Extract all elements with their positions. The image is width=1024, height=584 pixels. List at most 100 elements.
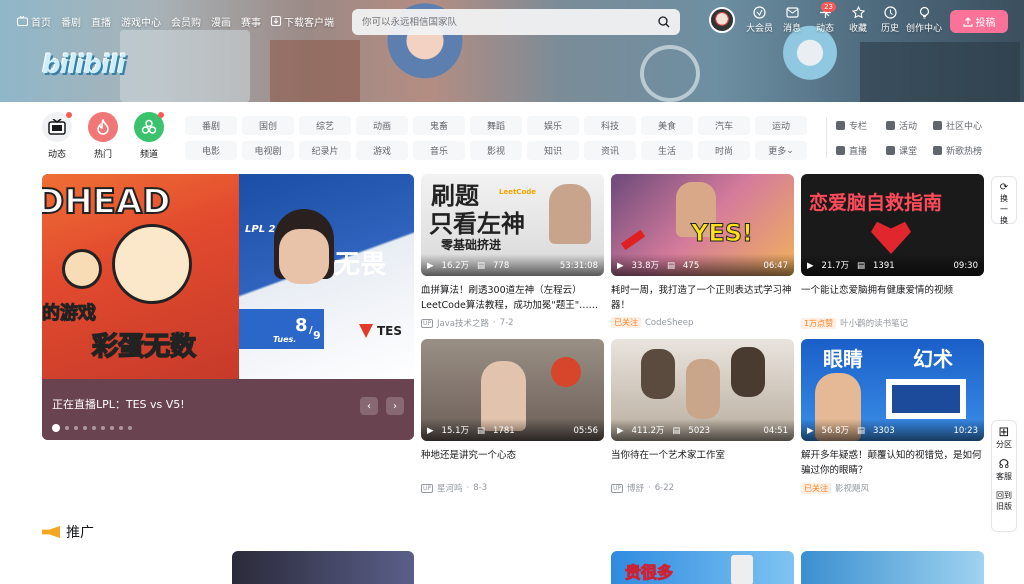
search-icon[interactable] bbox=[658, 16, 670, 28]
category-tag[interactable]: 动画 bbox=[356, 116, 408, 135]
owner-name[interactable]: 叶小鹳的读书笔记 bbox=[840, 317, 908, 329]
nav-dynamic[interactable]: 23 动态 bbox=[816, 2, 837, 34]
carousel-dot[interactable] bbox=[52, 424, 60, 432]
nav-manga[interactable]: 漫画 bbox=[206, 14, 236, 29]
video-owner[interactable]: UP 星河鸣 · 8-3 bbox=[421, 482, 604, 494]
category-tag[interactable]: 生活 bbox=[641, 141, 693, 160]
carousel-dot[interactable] bbox=[83, 426, 87, 430]
category-tag[interactable]: 时尚 bbox=[698, 141, 750, 160]
category-tag[interactable]: 汽车 bbox=[698, 116, 750, 135]
promo-thumbnail[interactable] bbox=[232, 551, 414, 584]
site-logo[interactable]: bilibili bbox=[42, 50, 126, 80]
nav-game-center[interactable]: 游戏中心 bbox=[116, 14, 166, 29]
link-new-songs[interactable]: 新歌热榜 bbox=[933, 141, 1003, 160]
video-card[interactable]: 恋爱脑自救指南 ▶ 21.7万 ▤ 1391 09:30 一个能让恋爱脑拥有健康爱情的视… bbox=[801, 174, 984, 329]
video-card[interactable]: ▶ 15.1万 ▤ 1781 05:56 种地还是讲究一个心态 UP 星河鸣 · 8-3 bbox=[421, 339, 604, 494]
carousel-caption[interactable]: 正在直播LPL：TES vs V5! bbox=[52, 396, 185, 412]
owner-name[interactable]: 影视飓风 bbox=[835, 482, 869, 494]
video-thumbnail[interactable]: ▶ 15.1万 ▤ 1781 05:56 bbox=[421, 339, 604, 441]
carousel-dot[interactable] bbox=[92, 426, 96, 430]
video-card[interactable]: ▶ 411.2万 ▤ 5023 04:51 当你待在一个艺术家工作室 UP 博舒 · 6-22 bbox=[611, 339, 794, 494]
video-title[interactable]: 血拼算法！刷透300道左神（左程云）LeetCode算法教程，成功加冕"题王"…… bbox=[421, 283, 604, 313]
category-tag[interactable]: 娱乐 bbox=[527, 116, 579, 135]
video-owner[interactable]: UP 博舒 · 6-22 bbox=[611, 482, 794, 494]
video-title[interactable]: 种地还是讲究一个心态 bbox=[421, 448, 604, 478]
link-activity[interactable]: 活动 bbox=[886, 116, 933, 135]
category-tag[interactable]: 游戏 bbox=[356, 141, 408, 160]
video-title[interactable]: 一个能让恋爱脑拥有健康爱情的视频 bbox=[801, 283, 984, 313]
nav-history[interactable]: 历史 bbox=[881, 6, 899, 34]
owner-name[interactable]: CodeSheep bbox=[645, 318, 693, 328]
video-thumbnail[interactable]: ▶ 411.2万 ▤ 5023 04:51 bbox=[611, 339, 794, 441]
category-tag[interactable]: 美食 bbox=[641, 116, 693, 135]
link-live[interactable]: 直播 bbox=[836, 141, 886, 160]
search-input[interactable] bbox=[362, 16, 658, 28]
nav-esports[interactable]: 赛事 bbox=[236, 14, 266, 29]
category-tag[interactable]: 国创 bbox=[242, 116, 294, 135]
category-tag[interactable]: 资讯 bbox=[584, 141, 636, 160]
owner-name[interactable]: 星河鸣 bbox=[437, 482, 463, 494]
video-owner[interactable]: 已关注 影视飓风 bbox=[801, 482, 984, 494]
video-thumbnail[interactable]: 眼睛 幻术 ▶ 56.8万 ▤ 3303 10:23 bbox=[801, 339, 984, 441]
category-tag[interactable]: 音乐 bbox=[413, 141, 465, 160]
video-card[interactable]: 刷题 只看左神 零基础挤进 LeetCode ▶ 16.2万 ▤ 778 53:31:0… bbox=[421, 174, 604, 329]
video-thumbnail[interactable]: 恋爱脑自救指南 ▶ 21.7万 ▤ 1391 09:30 bbox=[801, 174, 984, 276]
nav-download[interactable]: 下载客户端 bbox=[266, 14, 339, 29]
category-tag[interactable]: 运动 bbox=[755, 116, 807, 135]
user-avatar[interactable] bbox=[709, 7, 735, 33]
nav-anime[interactable]: 番剧 bbox=[56, 14, 86, 29]
category-tag[interactable]: 电影 bbox=[185, 141, 237, 160]
zones-button[interactable]: ⊞ 分区 bbox=[996, 426, 1012, 450]
video-owner[interactable]: UP Java技术之路 · 7-2 bbox=[421, 317, 604, 329]
link-community[interactable]: 社区中心 bbox=[933, 116, 1003, 135]
banner-carousel[interactable]: DHEAD 的游戏 彩蛋无数 LPL 2022 无畏 8 / 9 Tues. T… bbox=[42, 174, 414, 440]
video-title[interactable]: 解开多年疑惑！颠覆认知的视错觉，是如何骗过你的眼睛？ bbox=[801, 448, 984, 478]
category-tag[interactable]: 舞蹈 bbox=[470, 116, 522, 135]
carousel-dot[interactable] bbox=[74, 426, 78, 430]
category-tag[interactable]: 综艺 bbox=[299, 116, 351, 135]
nav-home[interactable]: 首页 bbox=[12, 14, 56, 29]
owner-name[interactable]: Java技术之路 bbox=[437, 317, 489, 329]
channel-dynamic[interactable]: 动态 bbox=[42, 112, 72, 160]
video-thumbnail[interactable]: 刷题 只看左神 零基础挤进 LeetCode ▶ 16.2万 ▤ 778 53:31:0… bbox=[421, 174, 604, 276]
owner-name[interactable]: 博舒 bbox=[627, 482, 644, 494]
link-classroom[interactable]: 课堂 bbox=[886, 141, 933, 160]
service-button[interactable]: ☊ 客服 bbox=[996, 458, 1012, 482]
category-tag[interactable]: 鬼畜 bbox=[413, 116, 465, 135]
category-tag[interactable]: 科技 bbox=[584, 116, 636, 135]
category-tag[interactable]: 纪录片 bbox=[299, 141, 351, 160]
category-tag[interactable]: 影视 bbox=[470, 141, 522, 160]
category-tag[interactable]: 电视剧 bbox=[242, 141, 294, 160]
category-tag[interactable]: 番剧 bbox=[185, 116, 237, 135]
carousel-dot[interactable] bbox=[128, 426, 132, 430]
carousel-dot[interactable] bbox=[65, 426, 69, 430]
carousel-dot[interactable] bbox=[119, 426, 123, 430]
nav-mall[interactable]: 会员购 bbox=[166, 14, 206, 29]
channel-hot[interactable]: 热门 bbox=[88, 112, 118, 160]
refresh-button[interactable]: ⟳ 换一换 bbox=[991, 176, 1017, 225]
video-owner[interactable]: 1万点赞 叶小鹳的读书笔记 bbox=[801, 317, 984, 329]
more-categories-button[interactable]: 更多 ⌄ bbox=[755, 141, 807, 160]
carousel-prev-button[interactable]: ‹ bbox=[360, 397, 378, 415]
promo-thumbnail[interactable]: 贵很多 bbox=[611, 551, 794, 584]
video-title[interactable]: 当你待在一个艺术家工作室 bbox=[611, 448, 794, 478]
channel-channels[interactable]: 频道 bbox=[134, 112, 164, 160]
carousel-next-button[interactable]: › bbox=[386, 397, 404, 415]
old-version-button[interactable]: 回到旧版 bbox=[995, 490, 1013, 512]
nav-favorites[interactable]: 收藏 bbox=[849, 6, 867, 34]
category-tag[interactable]: 知识 bbox=[527, 141, 579, 160]
nav-creator-center[interactable]: 创作中心 bbox=[906, 6, 942, 34]
upload-button[interactable]: 投稿 bbox=[950, 10, 1008, 33]
video-title[interactable]: 耗时一周，我打造了一个正则表达式学习神器！ bbox=[611, 283, 794, 313]
video-owner[interactable]: 已关注 CodeSheep bbox=[611, 317, 794, 328]
promo-thumbnail[interactable] bbox=[801, 551, 984, 584]
video-card[interactable]: 眼睛 幻术 ▶ 56.8万 ▤ 3303 10:23 解开多年疑惑！颠覆认知的视错觉，是… bbox=[801, 339, 984, 494]
nav-live[interactable]: 直播 bbox=[86, 14, 116, 29]
link-column[interactable]: 专栏 bbox=[836, 116, 886, 135]
nav-vip[interactable]: 大会员 bbox=[746, 6, 773, 34]
video-card[interactable]: YES! ▶ 33.8万 ▤ 475 06:47 耗时一周，我打造了一个正则表达式学习神… bbox=[611, 174, 794, 328]
carousel-dot[interactable] bbox=[110, 426, 114, 430]
carousel-dot[interactable] bbox=[101, 426, 105, 430]
video-thumbnail[interactable]: YES! ▶ 33.8万 ▤ 475 06:47 bbox=[611, 174, 794, 276]
nav-messages[interactable]: 消息 bbox=[783, 6, 801, 34]
